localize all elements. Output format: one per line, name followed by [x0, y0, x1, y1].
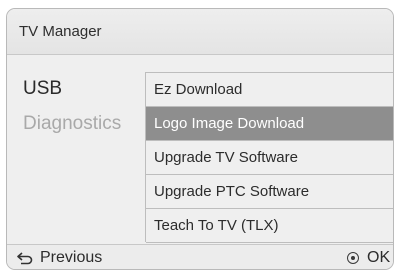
title-bar: TV Manager — [7, 9, 393, 55]
tv-manager-panel: TV Manager USB Diagnostics Ez Download L… — [6, 8, 394, 270]
menu-item-upgrade-tv-software[interactable]: Upgrade TV Software — [146, 141, 393, 175]
menu-item-ez-download[interactable]: Ez Download — [146, 73, 393, 107]
ok-label: OK — [367, 249, 391, 266]
window-title: TV Manager — [19, 23, 102, 40]
ok-button-icon — [347, 252, 359, 264]
footer-bar: Previous OK — [7, 244, 393, 269]
menu-item-upgrade-ptc-software[interactable]: Upgrade PTC Software — [146, 175, 393, 209]
ok-button[interactable]: OK — [347, 249, 390, 267]
usb-menu: Ez Download Logo Image Download Upgrade … — [145, 72, 393, 243]
previous-button[interactable]: Previous — [17, 249, 102, 267]
category-usb[interactable]: USB — [23, 78, 62, 100]
menu-item-teach-to-tv[interactable]: Teach To TV (TLX) — [146, 209, 393, 243]
back-arrow-icon — [17, 251, 33, 264]
category-diagnostics[interactable]: Diagnostics — [23, 113, 121, 135]
previous-label: Previous — [40, 249, 103, 266]
menu-item-logo-image-download[interactable]: Logo Image Download — [146, 107, 393, 141]
